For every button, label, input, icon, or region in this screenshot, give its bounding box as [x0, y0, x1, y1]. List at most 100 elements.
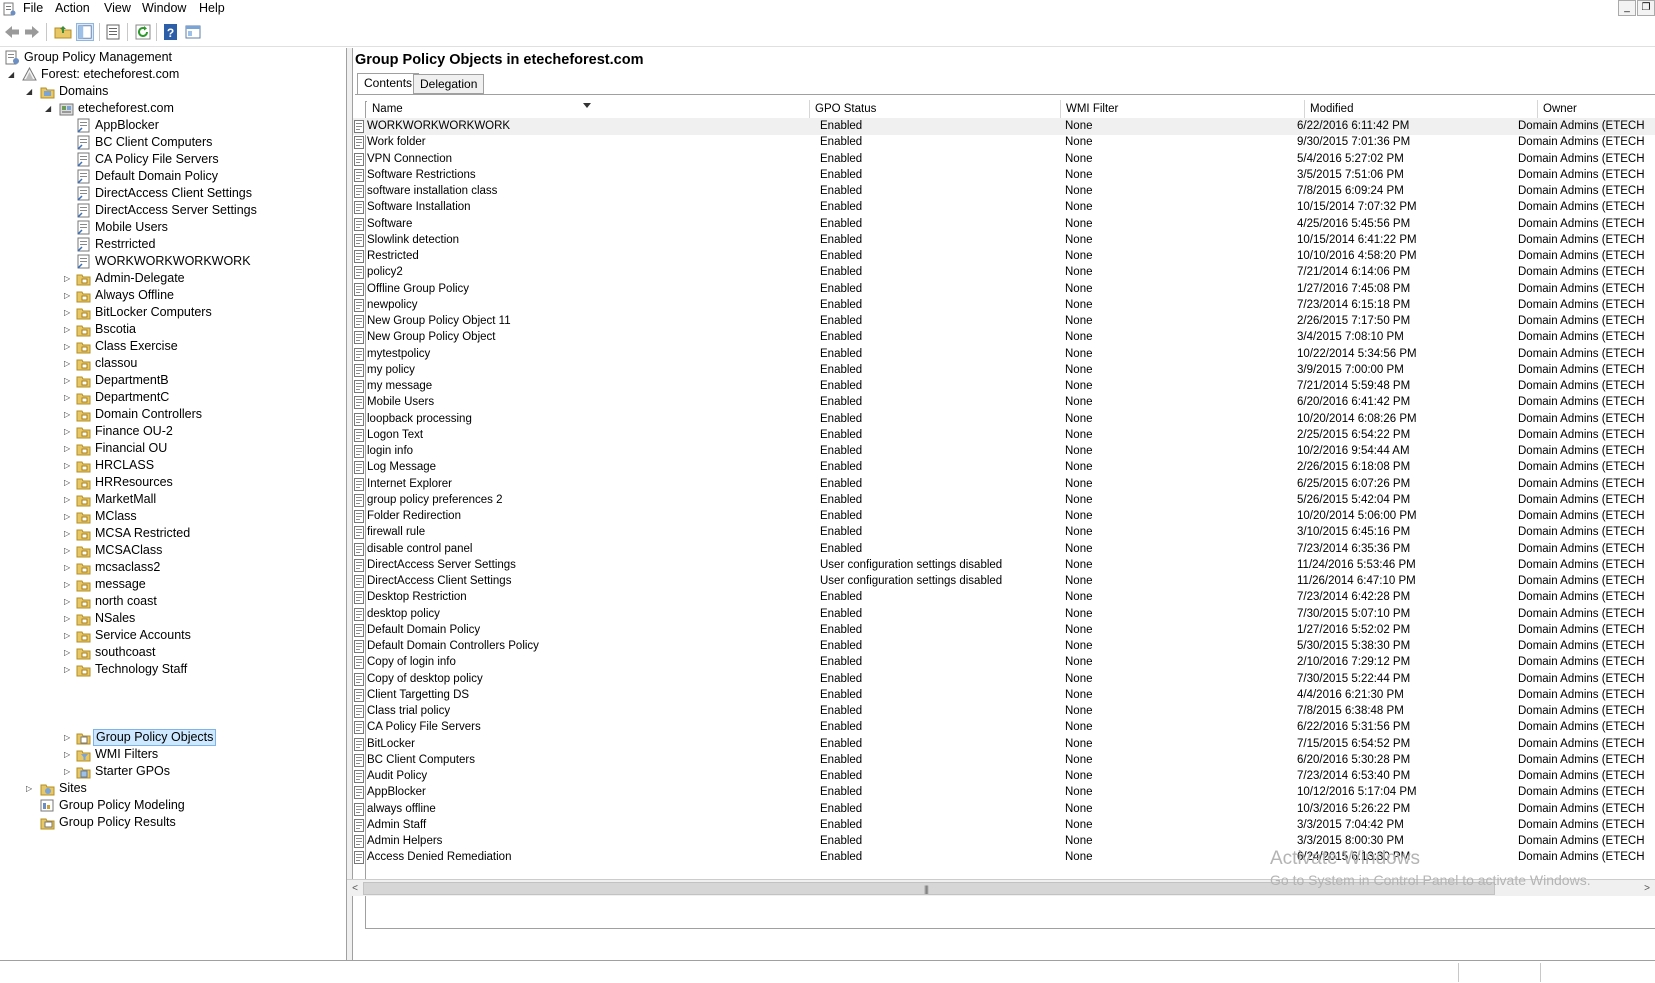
table-row[interactable]: software installation class Enabled None 7/…: [353, 183, 1655, 200]
table-row[interactable]: Copy of desktop policy Enabled None 7/30/20…: [353, 671, 1655, 688]
table-row[interactable]: Software Enabled None 4/25/2016 5:45:56 PM D…: [353, 216, 1655, 233]
expand-arrow-icon[interactable]: ▷: [64, 546, 73, 555]
restore-button[interactable]: ❐: [1637, 0, 1655, 16]
table-row[interactable]: AppBlocker Enabled None 10/12/2016 5:17:04 …: [353, 784, 1655, 801]
refresh-icon[interactable]: [134, 23, 152, 41]
expand-arrow-icon[interactable]: ▷: [64, 665, 73, 674]
table-row[interactable]: Audit Policy Enabled None 7/23/2014 6:53:40…: [353, 768, 1655, 785]
table-row[interactable]: Software Installation Enabled None 10/15/20…: [353, 199, 1655, 216]
up-folder-icon[interactable]: [54, 23, 72, 41]
expand-arrow-icon[interactable]: ▷: [64, 614, 73, 623]
expand-arrow-icon[interactable]: ▷: [64, 291, 73, 300]
expand-arrow-icon[interactable]: ▷: [64, 308, 73, 317]
column-header-modified[interactable]: Modified: [1305, 100, 1538, 118]
table-row[interactable]: Copy of login info Enabled None 2/10/2016 7…: [353, 654, 1655, 671]
properties-icon[interactable]: [104, 23, 122, 41]
expand-arrow-icon[interactable]: ▷: [64, 597, 73, 606]
expand-arrow-icon[interactable]: ▷: [64, 427, 73, 436]
expand-arrow-icon[interactable]: ▷: [64, 733, 73, 742]
table-row[interactable]: Default Domain Controllers Policy Enabled…: [353, 638, 1655, 655]
table-row[interactable]: Client Targetting DS Enabled None 4/4/2016 …: [353, 687, 1655, 704]
table-row[interactable]: loopback processing Enabled None 10/20/2014…: [353, 411, 1655, 428]
table-row[interactable]: firewall rule Enabled None 3/10/2015 6:45:1…: [353, 524, 1655, 541]
column-header-name[interactable]: Name: [367, 100, 810, 118]
table-row[interactable]: WORKWORKWORKWORK Enabled None 6/22/2016 6:1…: [353, 118, 1655, 135]
table-row[interactable]: BC Client Computers Enabled None 6/20/2016 …: [353, 752, 1655, 769]
expand-arrow-icon[interactable]: ▷: [26, 784, 35, 793]
table-row[interactable]: group policy preferences 2 Enabled None 5/2…: [353, 492, 1655, 509]
expand-arrow-icon[interactable]: ▷: [64, 325, 73, 334]
expand-arrow-icon[interactable]: ▷: [64, 631, 73, 640]
expand-arrow-icon[interactable]: ▷: [64, 478, 73, 487]
table-row[interactable]: Default Domain Policy Enabled None 1/27/201…: [353, 622, 1655, 639]
expand-arrow-icon[interactable]: ▷: [64, 461, 73, 470]
menu-action[interactable]: Action: [55, 1, 90, 15]
table-row[interactable]: policy2 Enabled None 7/21/2014 6:14:06 PM Do…: [353, 264, 1655, 281]
table-row[interactable]: disable control panel Enabled None 7/23/201…: [353, 541, 1655, 558]
table-row[interactable]: Restricted Enabled None 10/10/2016 4:58:20 …: [353, 248, 1655, 265]
console-view-icon[interactable]: [184, 23, 202, 41]
scroll-left-icon[interactable]: <: [347, 881, 363, 896]
expand-arrow-icon[interactable]: ▷: [64, 563, 73, 572]
table-row[interactable]: Admin Staff Enabled None 3/3/2015 7:04:42 P…: [353, 817, 1655, 834]
table-row[interactable]: CA Policy File Servers Enabled None 6/22/20…: [353, 719, 1655, 736]
expand-arrow-icon[interactable]: ▷: [64, 376, 73, 385]
table-row[interactable]: Offline Group Policy Enabled None 1/27/2016…: [353, 281, 1655, 298]
menu-file[interactable]: File: [23, 1, 43, 15]
console-tree[interactable]: Group Policy Management ◢ Forest: eteche…: [0, 48, 347, 960]
table-row[interactable]: Slowlink detection Enabled None 10/15/2014 …: [353, 232, 1655, 249]
table-row[interactable]: Desktop Restriction Enabled None 7/23/2014 …: [353, 589, 1655, 606]
show-hide-tree-icon[interactable]: [76, 23, 94, 41]
table-row[interactable]: Log Message Enabled None 2/26/2015 6:18:08 …: [353, 459, 1655, 476]
expand-arrow-icon[interactable]: ▷: [64, 274, 73, 283]
help-icon[interactable]: ?: [162, 23, 180, 41]
table-row[interactable]: Mobile Users Enabled None 6/20/2016 6:41:42…: [353, 394, 1655, 411]
column-header-gpo-status[interactable]: GPO Status: [810, 100, 1061, 118]
expand-arrow-icon[interactable]: ▷: [64, 444, 73, 453]
expand-arrow-icon[interactable]: ▷: [64, 750, 73, 759]
forward-arrow-icon[interactable]: [23, 23, 41, 41]
table-row[interactable]: DirectAccess Client Settings User configu…: [353, 573, 1655, 590]
table-row[interactable]: Work folder Enabled None 9/30/2015 7:01:36 …: [353, 134, 1655, 151]
table-row[interactable]: login info Enabled None 10/2/2016 9:54:44 A…: [353, 443, 1655, 460]
menu-window[interactable]: Window: [142, 1, 186, 15]
table-row[interactable]: Logon Text Enabled None 2/25/2015 6:54:22 P…: [353, 427, 1655, 444]
expand-arrow-icon[interactable]: ▷: [64, 359, 73, 368]
expand-arrow-icon[interactable]: ▷: [64, 580, 73, 589]
menu-view[interactable]: View: [104, 1, 131, 15]
column-header-wmi-filter[interactable]: WMI Filter: [1061, 100, 1305, 118]
expand-arrow-icon[interactable]: ▷: [64, 410, 73, 419]
table-row[interactable]: Internet Explorer Enabled None 6/25/2015 6:…: [353, 476, 1655, 493]
back-arrow-icon[interactable]: [3, 23, 21, 41]
expand-arrow-icon[interactable]: ▷: [64, 512, 73, 521]
expand-arrow-icon[interactable]: ▷: [64, 495, 73, 504]
table-row[interactable]: VPN Connection Enabled None 5/4/2016 5:27:0…: [353, 151, 1655, 168]
table-row[interactable]: BitLocker Enabled None 7/15/2015 6:54:52 PM…: [353, 736, 1655, 753]
minimize-button[interactable]: _: [1618, 0, 1636, 16]
table-row[interactable]: Access Denied Remediation Enabled None 6/24…: [353, 849, 1655, 866]
tab-contents[interactable]: Contents: [357, 73, 420, 95]
table-row[interactable]: newpolicy Enabled None 7/23/2014 6:15:18 PM…: [353, 297, 1655, 314]
table-row[interactable]: Software Restrictions Enabled None 3/5/2015…: [353, 167, 1655, 184]
collapse-arrow-icon[interactable]: ◢: [45, 104, 54, 113]
gpmc-app-icon[interactable]: [3, 2, 16, 16]
table-row[interactable]: mytestpolicy Enabled None 10/22/2014 5:34:5…: [353, 346, 1655, 363]
scroll-right-icon[interactable]: >: [1639, 881, 1655, 896]
tab-delegation[interactable]: Delegation: [413, 74, 485, 94]
expand-arrow-icon[interactable]: ▷: [64, 767, 73, 776]
table-row[interactable]: DirectAccess Server Settings User configu…: [353, 557, 1655, 574]
table-row[interactable]: Folder Redirection Enabled None 10/20/2014 …: [353, 508, 1655, 525]
table-row[interactable]: Class trial policy Enabled None 7/8/2015 6:…: [353, 703, 1655, 720]
column-header-owner[interactable]: Owner: [1538, 100, 1655, 118]
expand-arrow-icon[interactable]: ▷: [64, 393, 73, 402]
expand-arrow-icon[interactable]: ▷: [64, 529, 73, 538]
table-row[interactable]: my message Enabled None 7/21/2014 5:59:48 P…: [353, 378, 1655, 395]
table-row[interactable]: New Group Policy Object Enabled None 3/4/20…: [353, 329, 1655, 346]
table-row[interactable]: desktop policy Enabled None 7/30/2015 5:07:…: [353, 606, 1655, 623]
table-row[interactable]: always offline Enabled None 10/3/2016 5:26:…: [353, 801, 1655, 818]
collapse-arrow-icon[interactable]: ◢: [26, 87, 35, 96]
collapse-arrow-icon[interactable]: ◢: [8, 70, 17, 79]
menu-help[interactable]: Help: [199, 1, 225, 15]
table-row[interactable]: New Group Policy Object 11 Enabled None 2/2…: [353, 313, 1655, 330]
expand-arrow-icon[interactable]: ▷: [64, 342, 73, 351]
